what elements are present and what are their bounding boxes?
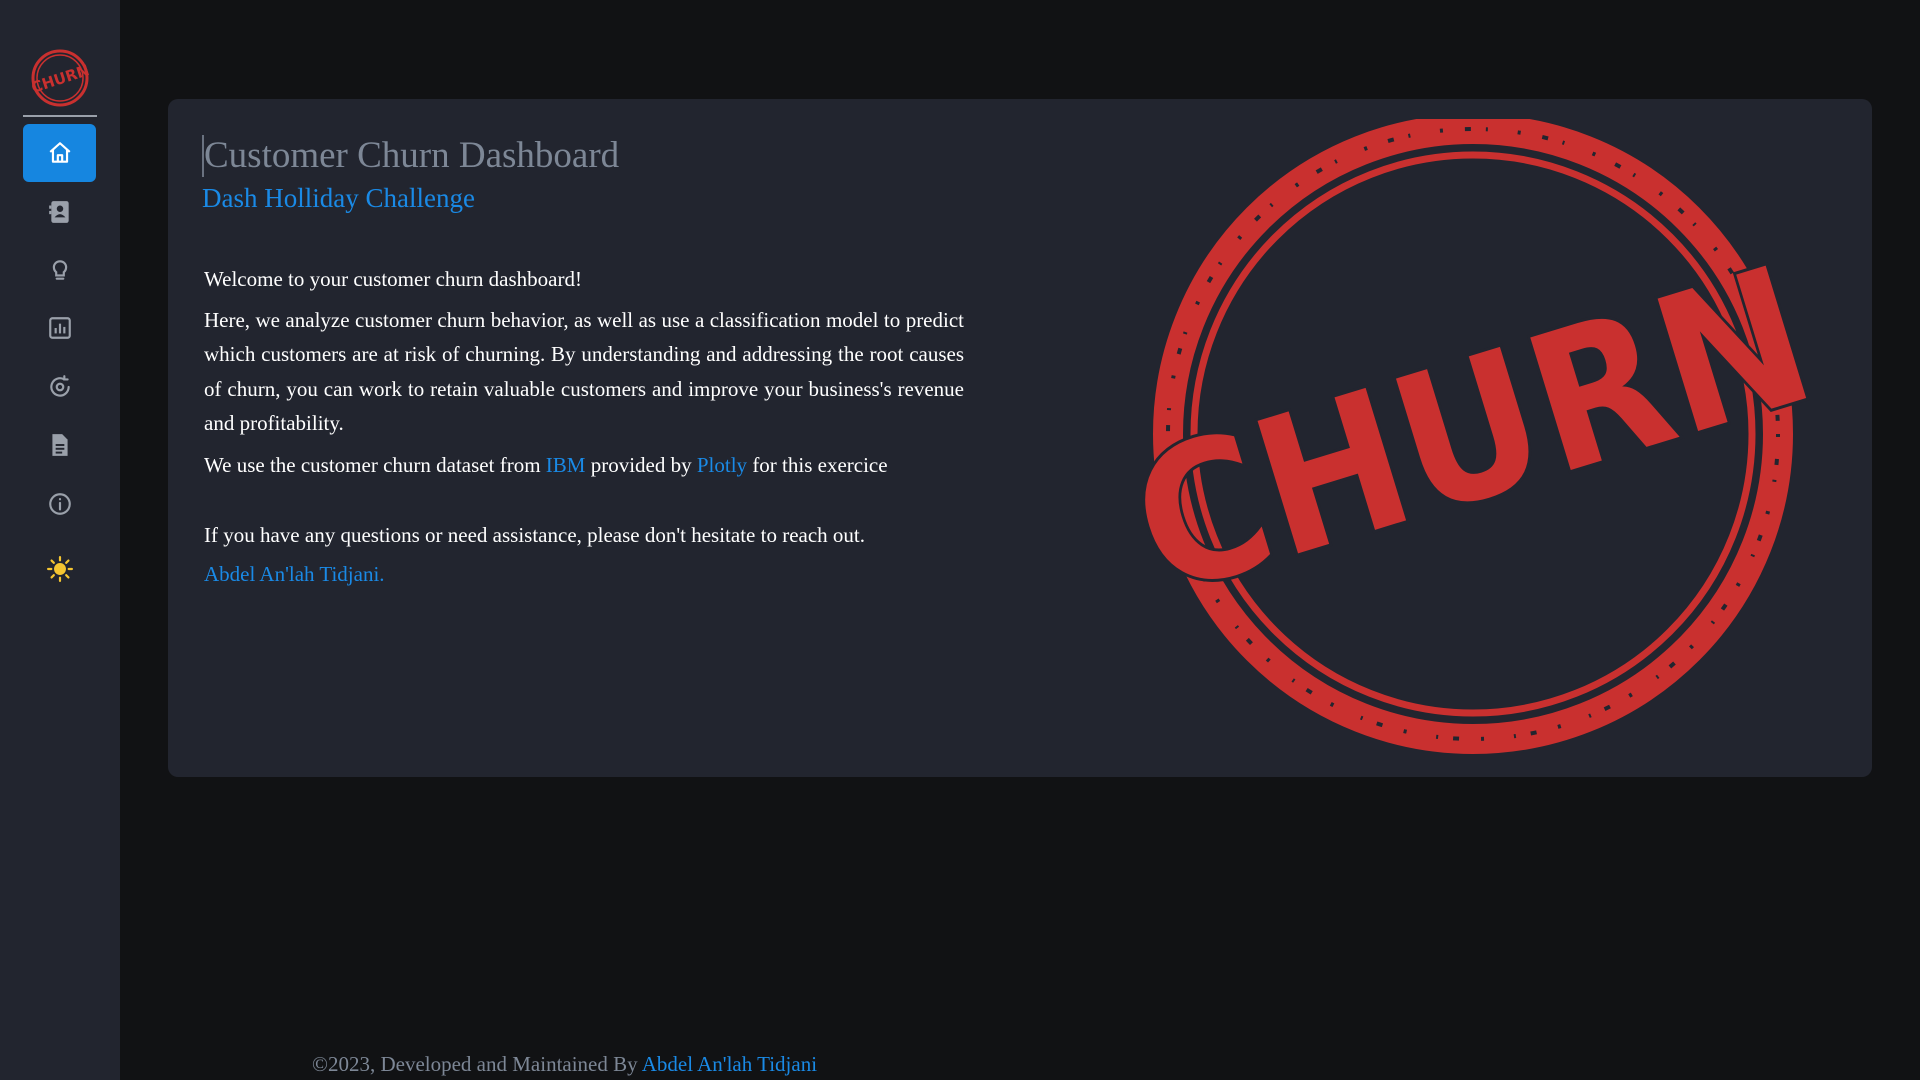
lightbulb-icon (52, 260, 67, 280)
intro-card: Customer Churn Dashboard Dash Holliday C… (168, 99, 1872, 777)
document-icon (51, 434, 68, 456)
nav-report[interactable] (23, 416, 96, 474)
nav-about[interactable] (23, 475, 96, 533)
welcome-text: Welcome to your customer churn dashboard… (204, 267, 582, 291)
dataset-suffix: for this exercice (747, 452, 888, 477)
sidebar: CHURN (0, 0, 120, 1080)
dataset-prefix: We use the customer churn dataset from (204, 452, 546, 477)
info-icon (48, 493, 71, 515)
svg-text:CHURN: CHURN (30, 61, 90, 97)
target-refresh-icon (49, 375, 70, 397)
dataset-middle: provided by (585, 452, 697, 477)
nav-customers[interactable] (23, 183, 96, 241)
dataset-source-text: We use the customer churn dataset from I… (204, 448, 964, 483)
intro-text: Welcome to your customer churn dashboard… (204, 262, 964, 591)
churn-stamp-image: CHURN (1107, 119, 1838, 754)
footer-author-link[interactable]: Abdel An'lah Tidjani (642, 1052, 817, 1076)
page-title: Customer Churn Dashboard (202, 135, 620, 177)
nav-prediction[interactable] (23, 358, 96, 416)
footer: ©2023, Developed and Maintained By Abdel… (312, 1052, 817, 1077)
home-icon (49, 142, 70, 163)
author-link[interactable]: Abdel An'lah Tidjani. (204, 562, 385, 586)
contact-text: If you have any questions or need assist… (204, 523, 865, 547)
nav-insights[interactable] (23, 241, 96, 299)
description-paragraph: Here, we analyze customer churn behavior… (204, 307, 964, 436)
sun-icon (46, 556, 73, 582)
plotly-link[interactable]: Plotly (697, 453, 747, 477)
footer-copyright: ©2023, Developed and Maintained By (312, 1052, 642, 1076)
page-subtitle: Dash Holliday Challenge (202, 183, 475, 213)
bar-chart-icon (48, 317, 71, 339)
logo-divider (23, 115, 97, 117)
contact-card-icon (48, 201, 69, 223)
churn-logo[interactable]: CHURN (30, 48, 90, 108)
theme-toggle[interactable] (23, 540, 96, 598)
nav-analytics[interactable] (23, 299, 96, 357)
nav-home[interactable] (23, 124, 96, 182)
ibm-link[interactable]: IBM (546, 453, 586, 477)
